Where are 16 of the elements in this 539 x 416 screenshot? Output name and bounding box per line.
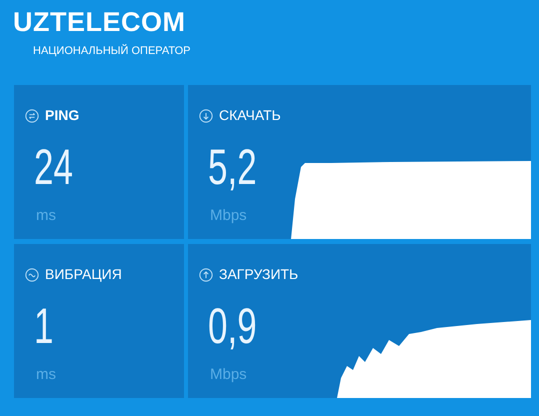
- metric-label: ВИБРАЦИЯ: [45, 265, 122, 284]
- metric-label: СКАЧАТЬ: [219, 106, 281, 125]
- metric-value: 24: [34, 142, 73, 192]
- exchange-arrows-icon: [25, 108, 39, 122]
- metric-value: 5,2: [208, 142, 257, 192]
- tagline: НАЦИОНАЛЬНЫЙ ОПЕРАТОР: [33, 43, 192, 59]
- metric-unit: Mbps: [210, 365, 248, 385]
- metric-label: PING: [45, 106, 80, 125]
- metric-unit: ms: [36, 206, 57, 226]
- metric-value: 0,9: [208, 301, 257, 351]
- metric-unit: Mbps: [210, 206, 248, 226]
- metric-value: 1: [34, 301, 54, 351]
- metric-unit: ms: [36, 365, 57, 385]
- logo: UZTELECOM: [13, 9, 186, 36]
- metric-label: ЗАГРУЗИТЬ: [219, 265, 298, 284]
- wave-icon: [25, 268, 39, 282]
